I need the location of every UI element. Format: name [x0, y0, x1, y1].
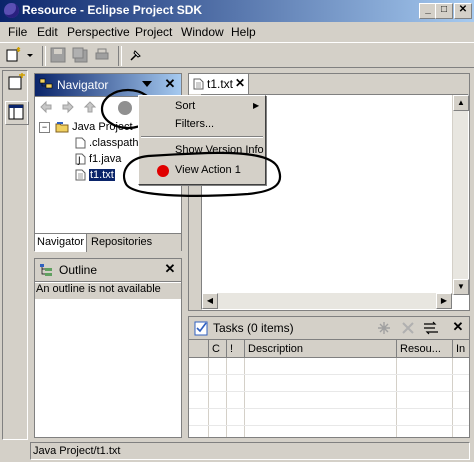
tasks-title: Tasks (0 items)	[213, 321, 294, 335]
window-title: Resource - Eclipse Project SDK	[22, 3, 203, 17]
navigator-icon	[39, 78, 53, 92]
column-header-in-folder[interactable]: In	[453, 340, 469, 358]
tree-item-f1-java: f1.java	[89, 153, 122, 165]
editor-tab-label: t1.txt	[207, 77, 234, 91]
new-task-icon[interactable]	[377, 321, 391, 335]
scroll-right-arrow[interactable]: ▶	[436, 293, 452, 309]
navigator-tab-bar: Navigator Repositories	[35, 233, 181, 252]
column-header-completed[interactable]: C	[209, 340, 227, 358]
editor-tab-t1-txt[interactable]: t1.txt ✕	[189, 74, 249, 94]
print-icon[interactable]	[94, 47, 110, 63]
back-arrow-icon[interactable]	[39, 100, 53, 114]
status-bar: Java Project/t1.txt	[0, 440, 474, 462]
tasks-table-body[interactable]	[189, 358, 469, 437]
status-field: Java Project/t1.txt	[30, 442, 470, 460]
submenu-arrow-icon: ▶	[253, 101, 260, 110]
menu-item-filters-label: Filters...	[175, 118, 215, 130]
menu-edit[interactable]: Edit	[37, 25, 58, 39]
outline-view: Outline ✕ An outline is not available	[34, 258, 182, 438]
menu-separator	[141, 136, 263, 138]
eclipse-app-icon	[4, 3, 19, 18]
menu-project[interactable]: Project	[135, 25, 172, 39]
tasks-close-icon[interactable]: ✕	[451, 320, 465, 334]
resource-perspective-button[interactable]	[5, 101, 29, 125]
up-arrow-icon[interactable]	[83, 100, 97, 114]
tree-item-java-project: Java Project	[72, 121, 133, 133]
collapse-icon[interactable]: −	[39, 121, 50, 133]
text-file-icon	[193, 78, 204, 90]
save-icon[interactable]	[50, 47, 66, 63]
tab-repositories[interactable]: Repositories	[89, 234, 154, 252]
open-perspective-icon[interactable]	[5, 72, 27, 95]
column-header-priority[interactable]: !	[227, 340, 245, 358]
outline-message: An outline is not available	[35, 283, 181, 299]
outline-icon	[39, 263, 53, 277]
tasks-table-header: C ! Description Resou... In	[189, 340, 469, 358]
tasks-title-bar[interactable]: Tasks (0 items) ✕	[189, 317, 469, 340]
menu-item-sort[interactable]: Sort ▶	[139, 97, 265, 115]
new-dropdown-icon[interactable]	[26, 47, 34, 63]
svg-text:J: J	[77, 156, 81, 165]
project-folder-icon	[55, 121, 69, 133]
perspective-bar	[2, 70, 29, 440]
menu-window[interactable]: Window	[181, 25, 224, 39]
editor-horizontal-scrollbar[interactable]: ◀ ▶	[202, 293, 452, 309]
java-file-icon: J	[75, 153, 86, 166]
tasks-icon	[193, 320, 209, 336]
toolbar	[0, 42, 474, 68]
menu-item-filters[interactable]: Filters...	[139, 115, 265, 133]
outline-title-bar[interactable]: Outline ✕	[35, 259, 181, 282]
toolbar-separator	[118, 46, 122, 66]
annotation-loop	[122, 151, 282, 197]
tree-root-row[interactable]: − Java Project	[39, 121, 133, 133]
toolbar-separator	[42, 46, 46, 66]
menu-file[interactable]: File	[8, 25, 27, 39]
scroll-left-arrow[interactable]: ◀	[202, 293, 218, 309]
scroll-up-arrow[interactable]: ▲	[453, 95, 469, 111]
scroll-down-arrow[interactable]: ▼	[453, 279, 469, 295]
menu-perspective[interactable]: Perspective	[67, 25, 130, 39]
delete-task-icon[interactable]	[401, 321, 415, 335]
new-wizard-icon[interactable]	[6, 47, 22, 63]
text-file-icon	[75, 169, 86, 181]
tab-navigator[interactable]: Navigator	[35, 234, 88, 252]
menu-bar: File Edit Perspective Project Window Hel…	[0, 22, 474, 42]
outline-close-icon[interactable]: ✕	[163, 262, 177, 276]
pin-icon[interactable]	[128, 47, 144, 63]
file-icon	[75, 137, 86, 149]
filter-icon[interactable]	[423, 321, 439, 335]
tree-item-row[interactable]: t1.txt	[75, 169, 115, 181]
menu-item-sort-label: Sort	[175, 100, 196, 112]
save-all-icon[interactable]	[72, 47, 88, 63]
column-header-checkbox[interactable]	[189, 340, 209, 358]
close-window-button[interactable]: ✕	[454, 3, 472, 19]
status-text: Java Project/t1.txt	[33, 445, 121, 457]
tree-item-row[interactable]: Jf1.java	[75, 153, 122, 166]
tasks-view: Tasks (0 items) ✕ C ! Description Resou.…	[188, 316, 470, 438]
outline-title: Outline	[59, 263, 98, 277]
tree-item-t1-txt: t1.txt	[89, 169, 115, 181]
column-header-resource[interactable]: Resou...	[397, 340, 453, 358]
forward-arrow-icon[interactable]	[61, 100, 75, 114]
menu-help[interactable]: Help	[231, 25, 256, 39]
column-header-description[interactable]: Description	[245, 340, 397, 358]
maximize-button[interactable]: □	[435, 3, 453, 19]
title-bar[interactable]: Resource - Eclipse Project SDK _ □ ✕	[0, 0, 474, 22]
navigator-close-icon[interactable]: ✕	[163, 77, 177, 91]
editor-tab-close-icon[interactable]: ✕	[235, 76, 245, 90]
editor-vertical-scrollbar[interactable]: ▲ ▼	[452, 95, 469, 295]
